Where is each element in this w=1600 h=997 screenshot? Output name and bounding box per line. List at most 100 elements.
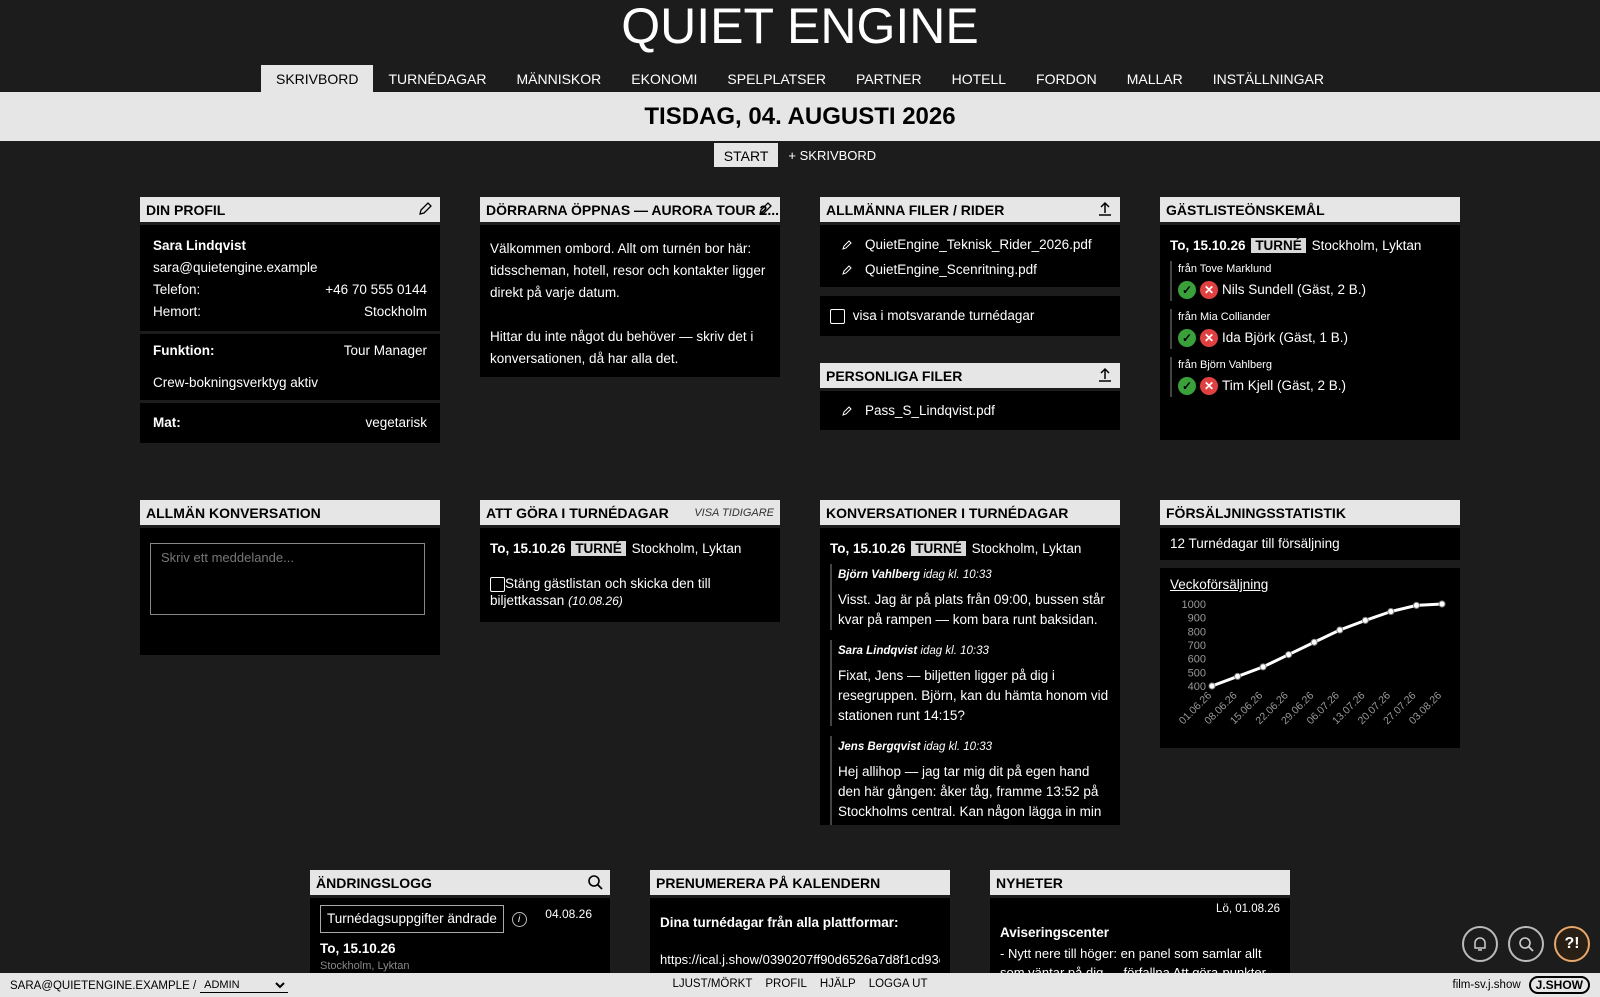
message-author: Jens Bergqvist: [838, 741, 921, 753]
doors-text-2: Hittar du inte något du behöver — skriv …: [490, 329, 754, 366]
help-button[interactable]: ?!: [1554, 926, 1590, 962]
message-time: idag kl. 10:33: [920, 645, 989, 657]
files-title: ALLMÄNNA FILER / RIDER: [826, 202, 1005, 218]
file-item[interactable]: QuietEngine_Teknisk_Rider_2026.pdf: [833, 234, 1107, 256]
tab-manniskor[interactable]: MÄNNISKOR: [501, 65, 616, 92]
change-date: 04.08.26: [545, 907, 592, 921]
edit-icon[interactable]: [416, 200, 434, 218]
data-point[interactable]: [1285, 651, 1293, 659]
data-point[interactable]: [1259, 663, 1267, 671]
reject-icon[interactable]: ✕: [1200, 377, 1218, 395]
profile-email: sara@quietengine.example: [153, 260, 318, 275]
bell-icon: [1474, 937, 1486, 951]
tab-installningar[interactable]: INSTÄLLNINGAR: [1198, 65, 1339, 92]
show-in-tourdays-checkbox[interactable]: [830, 308, 845, 324]
message: Sara Lindqvist idag kl. 10:33 Fixat, Jen…: [830, 640, 1110, 726]
approve-icon[interactable]: ✓: [1178, 377, 1196, 395]
jshow-logo[interactable]: J.SHOW: [1528, 976, 1590, 994]
approve-icon[interactable]: ✓: [1178, 329, 1196, 347]
guest-request: från Tove Marklund ✓ ✕ Nils Sundell (Gäst,…: [1170, 261, 1450, 301]
phone-value: +46 70 555 0144: [325, 282, 427, 297]
guest-name: Nils Sundell (Gäst, 2 B.): [1222, 282, 1367, 297]
logout-link[interactable]: LOGGA UT: [869, 978, 928, 990]
file-name: QuietEngine_Scenritning.pdf: [865, 262, 1037, 277]
data-point[interactable]: [1234, 672, 1242, 680]
help-link[interactable]: HJÄLP: [820, 978, 856, 990]
todo-checkbox[interactable]: [490, 576, 505, 592]
notifications-button[interactable]: [1462, 926, 1498, 962]
approve-icon[interactable]: ✓: [1178, 281, 1196, 299]
y-tick-label: 600: [1188, 654, 1206, 666]
upload-icon[interactable]: [1096, 200, 1114, 218]
request-from: från Tove Marklund: [1178, 263, 1272, 275]
tab-mallar[interactable]: MALLAR: [1112, 65, 1198, 92]
calendar-url[interactable]: https://ical.j.show/0390207ff90d6526a7d8…: [660, 949, 940, 971]
sales-title: FÖRSÄLJNINGSSTATISTIK: [1166, 505, 1346, 521]
tab-hotell[interactable]: HOTELL: [937, 65, 1021, 92]
message-text: Hej allihop — jag tar mig dit på egen ha…: [838, 764, 1102, 825]
message-text: Fixat, Jens — biljetten ligger på dig i …: [838, 668, 1109, 723]
tourday-conversations-card: KONVERSATIONER I TURNÉDAGAR To, 15.10.26…: [820, 500, 1120, 825]
tour-tag: TURNÉ: [571, 541, 626, 556]
phone-label: Telefon:: [153, 282, 201, 297]
file-name: Pass_S_Lindqvist.pdf: [865, 403, 995, 418]
upload-icon[interactable]: [1096, 366, 1114, 384]
search-button[interactable]: [1508, 926, 1544, 962]
search-icon[interactable]: [586, 873, 604, 891]
weekly-sales-link[interactable]: Veckoförsäljning: [1170, 574, 1450, 596]
subtab-start[interactable]: START: [713, 143, 779, 167]
message-author: Björn Vahlberg: [838, 569, 920, 581]
profile-link[interactable]: PROFIL: [765, 978, 807, 990]
guest-name: Ida Björk (Gäst, 1 B.): [1222, 330, 1349, 345]
request-from: från Mia Colliander: [1178, 311, 1271, 323]
data-point[interactable]: [1412, 601, 1420, 609]
guest-request: från Mia Colliander ✓ ✕ Ida Björk (Gäst, 1…: [1170, 309, 1450, 349]
tab-spelplatser[interactable]: SPELPLATSER: [712, 65, 841, 92]
request-from: från Björn Vahlberg: [1178, 359, 1272, 371]
show-earlier-link[interactable]: VISA TIDIGARE: [694, 500, 774, 525]
change-entry[interactable]: Turnédagsuppgifter ändrade: [320, 905, 504, 933]
doors-title: DÖRRARNA ÖPPNAS — AURORA TOUR 2...: [486, 202, 779, 218]
changelog-title: ÄNDRINGSLOGG: [316, 875, 432, 891]
subtab-add-desk[interactable]: + SKRIVBORD: [778, 143, 886, 167]
tab-fordon[interactable]: FORDON: [1021, 65, 1112, 92]
message-input[interactable]: [150, 543, 425, 615]
file-item[interactable]: Pass_S_Lindqvist.pdf: [833, 400, 1107, 422]
search-icon: [1519, 937, 1534, 952]
subtabs: START + SKRIVBORD: [0, 143, 1600, 167]
data-point[interactable]: [1310, 638, 1318, 646]
show-in-tourdays-label: visa i motsvarande turnédagar: [852, 308, 1035, 323]
help-icon: ?!: [1564, 935, 1580, 952]
reject-icon[interactable]: ✕: [1200, 329, 1218, 347]
todo-day[interactable]: To, 15.10.26 TURNÉ Stockholm, Lyktan: [490, 538, 770, 560]
news-heading: Aviseringscenter: [1000, 925, 1110, 940]
tab-ekonomi[interactable]: EKONOMI: [616, 65, 712, 92]
tab-partner[interactable]: PARTNER: [841, 65, 937, 92]
data-point[interactable]: [1387, 608, 1395, 616]
day-date: To, 15.10.26: [1170, 238, 1246, 253]
edit-icon[interactable]: [756, 200, 774, 218]
date-title: TISDAG, 04. AUGUSTI 2026: [0, 92, 1600, 141]
home-value: Stockholm: [363, 304, 427, 319]
theme-toggle-link[interactable]: LJUST/MÖRKT: [672, 978, 752, 990]
reject-icon[interactable]: ✕: [1200, 281, 1218, 299]
conversation-day[interactable]: To, 15.10.26 TURNÉ Stockholm, Lyktan: [830, 538, 1110, 560]
data-point[interactable]: [1208, 682, 1216, 690]
sales-card: FÖRSÄLJNINGSSTATISTIK 12 Turnédagar till…: [1160, 500, 1460, 748]
conversations-title: KONVERSATIONER I TURNÉDAGAR: [826, 505, 1069, 521]
data-point[interactable]: [1361, 616, 1369, 624]
file-item[interactable]: QuietEngine_Scenritning.pdf: [833, 259, 1107, 281]
series-line: [1211, 602, 1443, 688]
data-point[interactable]: [1336, 626, 1344, 634]
tab-turnedagar[interactable]: TURNÉDAGAR: [373, 65, 501, 92]
guestlist-day[interactable]: To, 15.10.26 TURNÉ Stockholm, Lyktan: [1170, 235, 1450, 257]
change-venue: Stockholm, Lyktan: [320, 960, 410, 972]
info-icon[interactable]: i: [511, 911, 527, 927]
data-point[interactable]: [1438, 600, 1446, 608]
venue: Stockholm, Lyktan: [631, 541, 742, 556]
food-value: vegetarisk: [365, 415, 427, 430]
tab-skrivbord[interactable]: SKRIVBORD: [261, 65, 374, 92]
guestlist-card: GÄSTLISTEÖNSKEMÅL To, 15.10.26 TURNÉ Sto…: [1160, 197, 1460, 440]
guest-request: från Björn Vahlberg ✓ ✕ Tim Kjell (Gäst, 2…: [1170, 357, 1450, 397]
sales-chart: 400500600700800900100001.06.2608.06.2615…: [1177, 599, 1446, 727]
